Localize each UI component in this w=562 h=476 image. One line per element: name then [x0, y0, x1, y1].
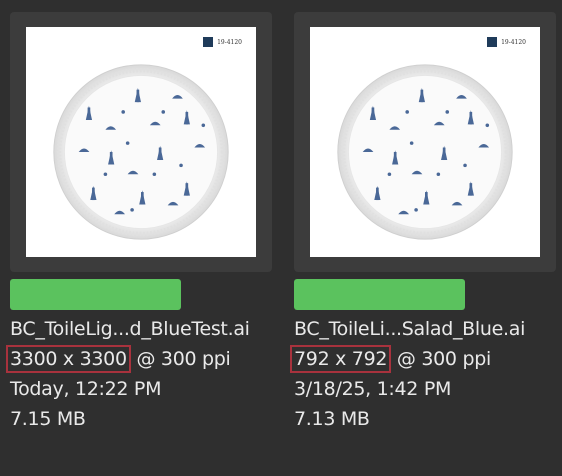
file-dimensions-line: 792 x 792 @ 300 ppi — [290, 344, 525, 374]
file-info-2: BC_ToileLi...Salad_Blue.ai 792 x 792 @ 3… — [290, 314, 525, 434]
image-dimensions: 3300 x 3300 — [6, 345, 131, 373]
file-size: 7.13 MB — [294, 408, 370, 430]
file-thumbnail-image-2: 19-4120 — [310, 27, 540, 257]
file-dimensions-line: 3300 x 3300 @ 300 ppi — [6, 344, 250, 374]
file-date: Today, 12:22 PM — [10, 378, 162, 400]
plate-illustration — [53, 64, 229, 240]
color-swatch-1: 19-4120 — [203, 37, 242, 47]
color-swatch-2: 19-4120 — [487, 37, 526, 47]
color-label-bar-1[interactable] — [10, 279, 181, 310]
file-name[interactable]: BC_ToileLi...Salad_Blue.ai — [294, 314, 525, 344]
file-name[interactable]: BC_ToileLig...d_BlueTest.ai — [10, 314, 250, 344]
color-label-bar-2[interactable] — [294, 279, 465, 310]
file-thumbnail-card-1[interactable]: 19-4120 — [10, 12, 272, 272]
swatch-square — [203, 37, 214, 47]
swatch-code: 19-4120 — [501, 38, 526, 46]
file-thumbnail-image-1: 19-4120 — [26, 27, 256, 257]
file-thumbnail-card-2[interactable]: 19-4120 — [294, 12, 556, 272]
swatch-square — [487, 37, 498, 47]
file-date: 3/18/25, 1:42 PM — [294, 378, 452, 400]
plate-illustration — [337, 64, 513, 240]
image-dimensions: 792 x 792 — [290, 345, 392, 373]
file-size: 7.15 MB — [10, 408, 86, 430]
file-info-1: BC_ToileLig...d_BlueTest.ai 3300 x 3300 … — [6, 314, 250, 434]
swatch-code: 19-4120 — [217, 38, 242, 46]
image-resolution: @ 300 ppi — [136, 348, 231, 370]
image-resolution: @ 300 ppi — [396, 348, 491, 370]
